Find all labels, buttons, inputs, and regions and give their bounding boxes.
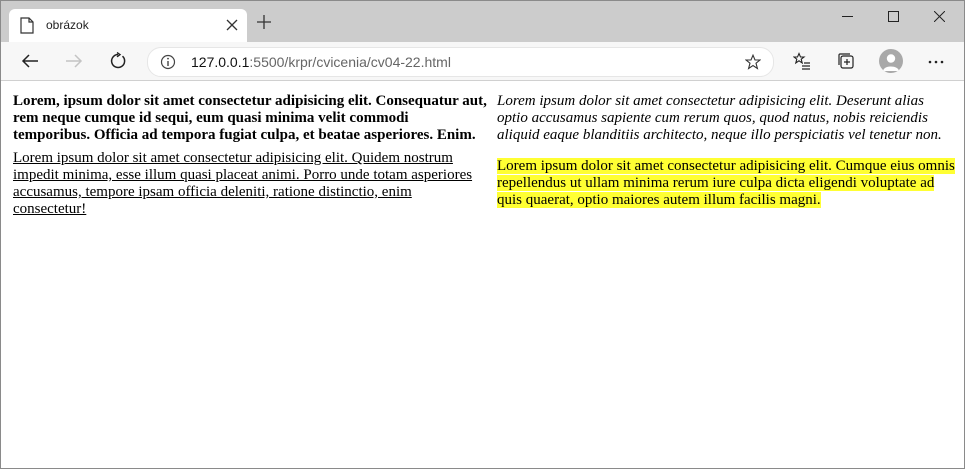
highlighted-paragraph: Lorem ipsum dolor sit amet consectetur a… (497, 158, 955, 209)
toolbar: 127.0.0.1:5500/krpr/cvicenia/cv04-22.htm… (1, 42, 964, 81)
left-column: Lorem, ipsum dolor sit amet consectetur … (13, 93, 487, 218)
info-icon[interactable] (160, 54, 176, 70)
tab-title: obrázok (46, 18, 89, 32)
refresh-icon (110, 52, 126, 69)
more-button[interactable] (925, 50, 947, 72)
italic-paragraph: Lorem ipsum dolor sit amet consectetur a… (497, 93, 942, 143)
favorite-star-icon[interactable] (745, 54, 761, 70)
more-icon (928, 60, 944, 64)
browser-window: obrázok 127.0.0.1:5500/krpr/cvicenia/cv0… (0, 0, 965, 469)
bold-paragraph: Lorem, ipsum dolor sit amet consectetur … (13, 93, 487, 143)
maximize-icon (888, 11, 899, 22)
url-text: 127.0.0.1:5500/krpr/cvicenia/cv04-22.htm… (191, 54, 451, 70)
maximize-button[interactable] (871, 1, 917, 31)
forward-icon (66, 54, 83, 68)
favorites-list-icon (793, 52, 810, 70)
forward-button[interactable] (63, 50, 85, 72)
profile-icon (883, 54, 899, 71)
address-bar[interactable]: 127.0.0.1:5500/krpr/cvicenia/cv04-22.htm… (147, 47, 774, 77)
tab-active[interactable]: obrázok (9, 9, 247, 42)
minimize-button[interactable] (825, 1, 871, 31)
page-content: Lorem, ipsum dolor sit amet consectetur … (1, 81, 964, 468)
back-icon (21, 54, 38, 68)
back-button[interactable] (19, 50, 41, 72)
right-column: Lorem ipsum dolor sit amet consectetur a… (497, 93, 955, 209)
collections-icon (838, 53, 854, 69)
refresh-button[interactable] (107, 50, 129, 72)
url-host: 127.0.0.1 (191, 54, 250, 70)
window-close-icon (934, 11, 945, 22)
minimize-icon (842, 16, 853, 17)
favorites-button[interactable] (791, 50, 813, 72)
window-close-button[interactable] (917, 1, 963, 31)
highlighted-text: Lorem ipsum dolor sit amet consectetur a… (497, 158, 955, 208)
new-tab-icon[interactable] (257, 15, 271, 29)
url-path: :5500/krpr/cvicenia/cv04-22.html (249, 54, 451, 70)
profile-button[interactable] (879, 49, 903, 73)
underlined-paragraph: Lorem ipsum dolor sit amet consectetur a… (13, 150, 473, 217)
document-icon (20, 17, 34, 34)
collections-button[interactable] (835, 50, 857, 72)
tab-strip: obrázok (1, 1, 964, 42)
close-icon[interactable] (225, 18, 239, 32)
